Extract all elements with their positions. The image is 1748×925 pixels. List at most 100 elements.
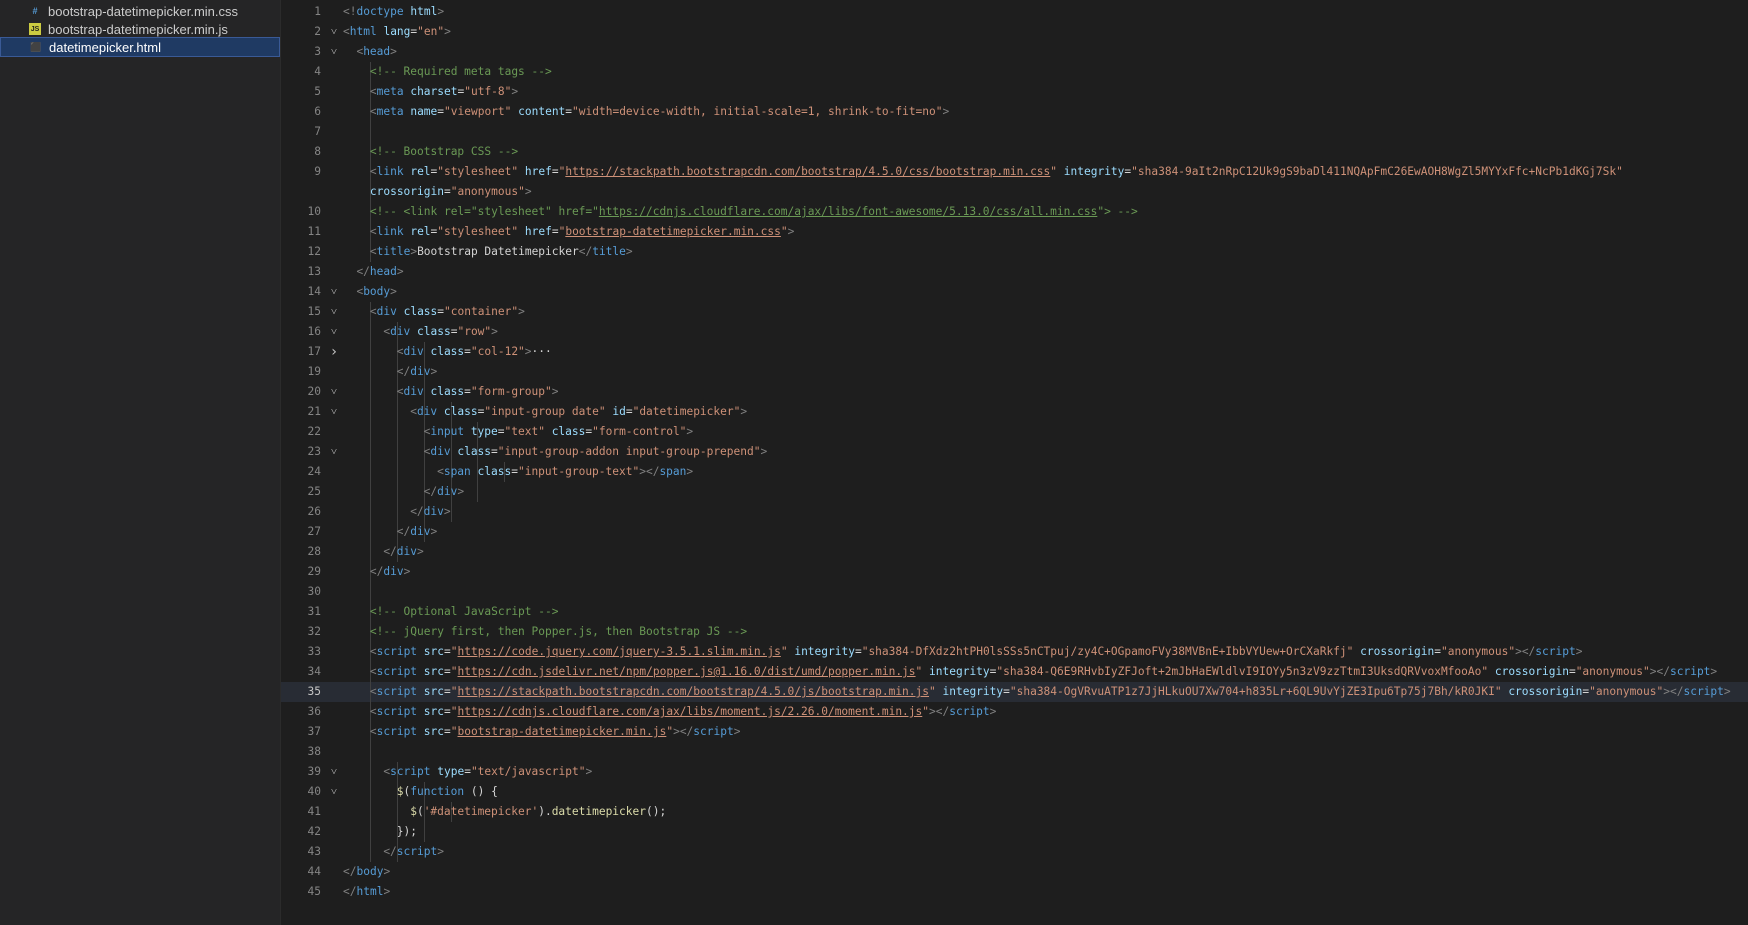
code-line[interactable]: 22 <input type="text" class="form-control… [281,422,1748,442]
code-line[interactable]: 32 <!-- jQuery first, then Popper.js, the… [281,622,1748,642]
line-number: 37 [307,725,321,738]
code-line[interactable]: 33 <script src="https://code.jquery.com/j… [281,642,1748,662]
code-line[interactable]: 13 </head> [281,262,1748,282]
code-text: </div> [383,545,424,558]
line-number: 41 [307,805,321,818]
line-number: 10 [307,205,321,218]
line-number: 13 [307,265,321,278]
code-text: <div class="input-group date" id="dateti… [410,405,748,418]
code-line[interactable]: 2 ˅ <html lang="en"> [281,22,1748,42]
code-text: <body> [356,285,397,298]
code-line[interactable]: 7 [281,122,1748,142]
code-text: <link rel="stylesheet" href="https://sta… [369,165,1623,178]
fold-expanded-icon[interactable]: ˅ [327,322,341,342]
line-number: 32 [307,625,321,638]
code-text: </div> [410,505,451,518]
code-text: <script type="text/javascript"> [383,765,593,778]
code-line[interactable]: 31 <!-- Optional JavaScript --> [281,602,1748,622]
code-text: <head> [356,45,397,58]
code-line[interactable]: 10 <!-- <link rel="stylesheet" href="http… [281,202,1748,222]
code-line[interactable]: 12 <title>Bootstrap Datetimepicker</title… [281,242,1748,262]
code-line[interactable]: 1 <!doctype html> [281,2,1748,22]
code-line[interactable]: 15 ˅ <div class="container"> [281,302,1748,322]
code-text: <script src="https://stackpath.bootstrap… [369,685,1731,698]
fold-expanded-icon[interactable]: ˅ [327,442,341,462]
code-line[interactable]: 42}); [281,822,1748,842]
line-number: 38 [307,745,321,758]
code-line[interactable]: 38 [281,742,1748,762]
code-text: <script src="bootstrap-datetimepicker.mi… [369,725,741,738]
code-text: <script src="https://code.jquery.com/jqu… [369,645,1583,658]
code-line[interactable]: 29 </div> [281,562,1748,582]
fold-expanded-icon[interactable]: ˅ [327,382,341,402]
code-line[interactable]: 37 <script src="bootstrap-datetimepicker.… [281,722,1748,742]
code-line[interactable]: 24 <span class="input-group-text"></span> [281,462,1748,482]
indent-guide [369,362,371,382]
code-text: <meta name="viewport" content="width=dev… [369,105,950,118]
line-number: 39 [307,765,321,778]
line-number: 11 [307,225,321,238]
code-line[interactable]: 25 </div> [281,482,1748,502]
code-line[interactable]: 27 </div> [281,522,1748,542]
code-text: <script src="https://cdnjs.cloudflare.co… [369,705,997,718]
fold-expanded-icon[interactable]: ˅ [327,282,341,302]
fold-expanded-icon[interactable]: ˅ [327,302,341,322]
code-line[interactable]: 11 <link rel="stylesheet" href="bootstrap… [281,222,1748,242]
line-number: 44 [307,865,321,878]
code-editor[interactable]: 1 <!doctype html> 2 ˅ <html lang="en"> 3 ˅ <hea… [281,0,1748,925]
code-line[interactable]: crossorigin="anonymous"> [281,182,1748,202]
fold-collapsed-icon[interactable]: › [327,342,341,362]
indent-guide [396,462,398,482]
code-line[interactable]: 26 </div> [281,502,1748,522]
code-text: </html> [343,885,391,898]
indent-guide [396,442,398,462]
code-line[interactable]: 20 ˅ <div class="form-group"> [281,382,1748,402]
line-number: 25 [307,485,321,498]
fold-expanded-icon[interactable]: ˅ [327,762,341,782]
file-item-js[interactable]: JS bootstrap-datetimepicker.min.js [0,19,280,39]
code-line[interactable]: 44 </body> [281,862,1748,882]
code-line[interactable]: 36 <script src="https://cdnjs.cloudflare.… [281,702,1748,722]
code-line[interactable]: 43 </script> [281,842,1748,862]
code-line[interactable]: 8 <!-- Bootstrap CSS --> [281,142,1748,162]
fold-expanded-icon[interactable]: ˅ [327,22,341,42]
indent-guide [369,802,371,822]
code-text: <meta charset="utf-8"> [369,85,519,98]
code-line[interactable]: 23 ˅ <div class="input-group-addon input-g… [281,442,1748,462]
code-text: </div> [396,365,438,378]
line-number: 35 [307,685,321,698]
code-line[interactable]: 6 <meta name="viewport" content="width=de… [281,102,1748,122]
code-line[interactable]: 45 </html> [281,882,1748,902]
fold-expanded-icon[interactable]: ˅ [327,782,341,802]
code-line[interactable]: 40 ˅ $(function () { [281,782,1748,802]
code-line[interactable]: 34 <script src="https://cdn.jsdelivr.net/… [281,662,1748,682]
code-line[interactable]: 35 <script src="https://stackpath.bootstr… [281,682,1748,702]
indent-guide [369,842,371,862]
code-line[interactable]: 5 <meta charset="utf-8"> [281,82,1748,102]
code-text: </head> [356,265,404,278]
line-number: 43 [307,845,321,858]
code-line[interactable]: 17 › <div class="col-12">··· [281,342,1748,362]
indent-guide [369,402,371,422]
fold-expanded-icon[interactable]: ˅ [327,42,341,62]
code-line[interactable]: 19 </div> [281,362,1748,382]
code-line[interactable]: 28 </div> [281,542,1748,562]
line-number: 1 [314,5,321,18]
fold-expanded-icon[interactable]: ˅ [327,402,341,422]
code-line[interactable]: 9 <link rel="stylesheet" href="https://st… [281,162,1748,182]
line-number: 45 [307,885,321,898]
code-line[interactable]: 39 ˅ <script type="text/javascript"> [281,762,1748,782]
line-number: 2 [314,25,321,38]
code-text: <!-- jQuery first, then Popper.js, then … [369,625,748,638]
file-item-html[interactable]: ⬛ datetimepicker.html [0,37,280,57]
code-line[interactable]: 41 $('#datetimepicker').datetimepicker(); [281,802,1748,822]
code-line[interactable]: 14 ˅ <body> [281,282,1748,302]
code-line[interactable]: 3 ˅ <head> [281,42,1748,62]
code-line[interactable]: 16 ˅ <div class="row"> [281,322,1748,342]
code-line[interactable]: 4 <!-- Required meta tags --> [281,62,1748,82]
code-line[interactable]: 30 [281,582,1748,602]
code-line[interactable]: 21 ˅ <div class="input-group date" id="dat… [281,402,1748,422]
file-item-css[interactable]: # bootstrap-datetimepicker.min.css [0,1,280,21]
indent-guide [369,742,371,762]
indent-guide [369,502,371,522]
